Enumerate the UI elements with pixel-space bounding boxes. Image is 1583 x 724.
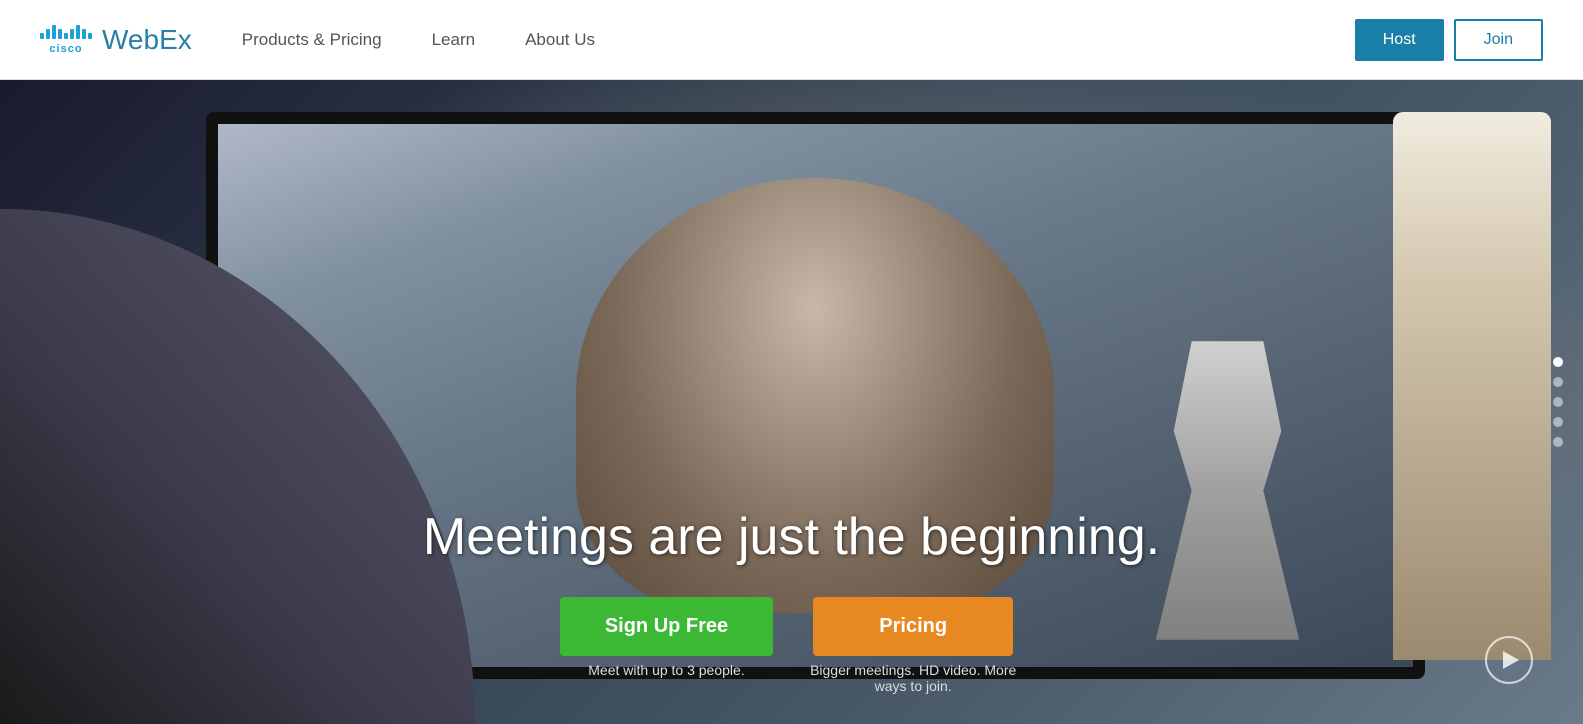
bar-7 bbox=[76, 25, 80, 39]
dot-1[interactable] bbox=[1553, 357, 1563, 367]
bar-3 bbox=[52, 25, 56, 39]
bar-8 bbox=[82, 29, 86, 39]
nav-about-us[interactable]: About Us bbox=[525, 30, 595, 50]
host-button[interactable]: Host bbox=[1355, 19, 1444, 61]
bar-5 bbox=[64, 33, 68, 39]
hero-section: Meetings are just the beginning. Sign Up… bbox=[0, 80, 1583, 724]
main-nav: Products & Pricing Learn About Us bbox=[242, 30, 1355, 50]
signup-cta-group: Sign Up Free Meet with up to 3 people. bbox=[560, 597, 773, 678]
pricing-button[interactable]: Pricing bbox=[813, 597, 1013, 656]
play-button[interactable] bbox=[1485, 636, 1533, 684]
cisco-logo: cisco bbox=[40, 25, 92, 55]
signup-button[interactable]: Sign Up Free bbox=[560, 597, 773, 656]
dot-5[interactable] bbox=[1553, 437, 1563, 447]
slide-dots bbox=[1553, 357, 1563, 447]
header: cisco WebEx Products & Pricing Learn Abo… bbox=[0, 0, 1583, 80]
bar-1 bbox=[40, 33, 44, 39]
logo-area: cisco WebEx bbox=[40, 24, 192, 56]
dot-3[interactable] bbox=[1553, 397, 1563, 407]
nav-learn[interactable]: Learn bbox=[432, 30, 475, 50]
header-buttons: Host Join bbox=[1355, 19, 1543, 61]
join-button[interactable]: Join bbox=[1454, 19, 1543, 61]
cisco-brand-text: cisco bbox=[49, 43, 82, 55]
bar-6 bbox=[70, 29, 74, 39]
bar-4 bbox=[58, 29, 62, 39]
pricing-cta-group: Pricing Bigger meetings. HD video. More … bbox=[803, 597, 1023, 694]
play-icon bbox=[1503, 651, 1519, 669]
hero-content: Meetings are just the beginning. Sign Up… bbox=[0, 507, 1583, 724]
bar-2 bbox=[46, 29, 50, 39]
hero-headline: Meetings are just the beginning. bbox=[423, 507, 1160, 567]
pricing-subtext: Bigger meetings. HD video. More ways to … bbox=[803, 662, 1023, 694]
dot-2[interactable] bbox=[1553, 377, 1563, 387]
nav-products-pricing[interactable]: Products & Pricing bbox=[242, 30, 382, 50]
webex-brand-title: WebEx bbox=[102, 24, 192, 56]
bar-9 bbox=[88, 33, 92, 39]
dot-4[interactable] bbox=[1553, 417, 1563, 427]
signup-subtext: Meet with up to 3 people. bbox=[588, 662, 744, 678]
cisco-bars-icon bbox=[40, 25, 92, 39]
hero-buttons: Sign Up Free Meet with up to 3 people. P… bbox=[560, 597, 1023, 694]
